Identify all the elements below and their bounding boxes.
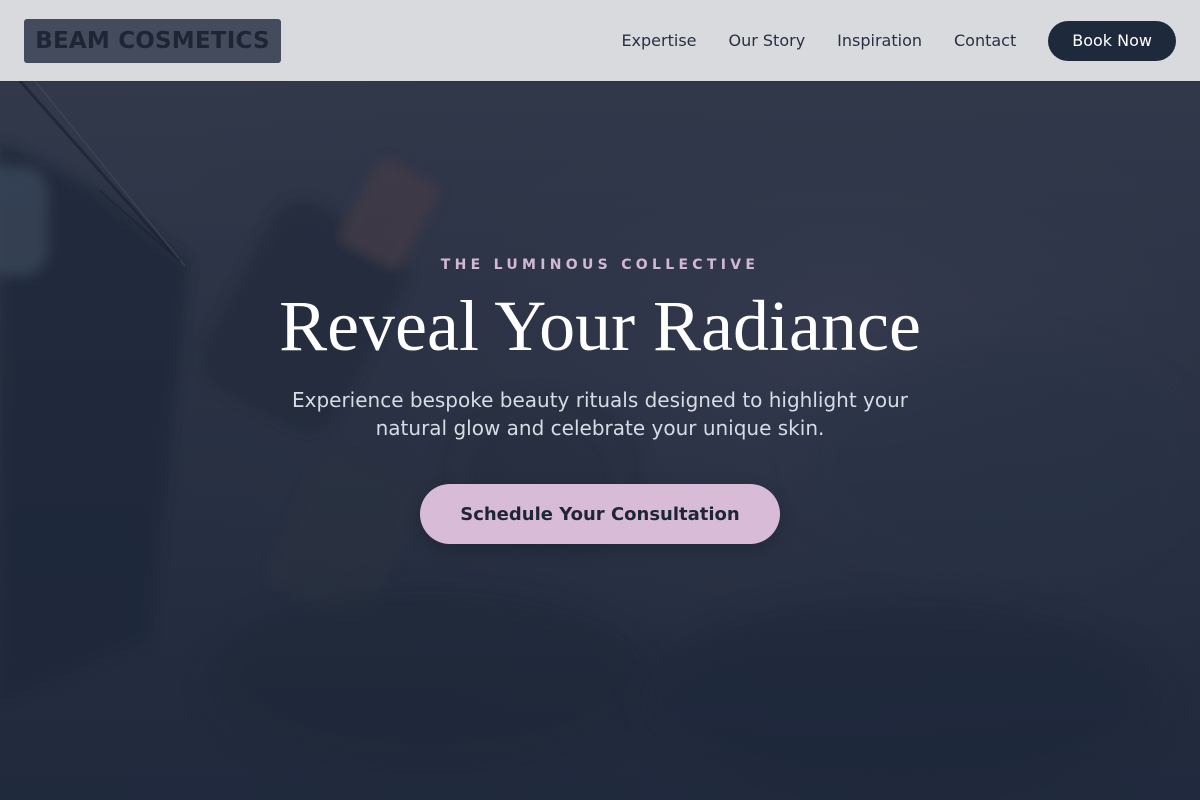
hero-subtitle: Experience bespoke beauty rituals design… <box>291 388 909 440</box>
book-now-button[interactable]: Book Now <box>1048 20 1176 61</box>
nav-link-contact[interactable]: Contact <box>954 31 1016 50</box>
hero-section: THE LUMINOUS COLLECTIVE Reveal Your Radi… <box>0 81 1200 800</box>
hero-eyebrow: THE LUMINOUS COLLECTIVE <box>440 257 760 273</box>
nav-link-our-story[interactable]: Our Story <box>729 31 806 50</box>
page: BEAM COSMETICS Expertise Our Story Inspi… <box>0 0 1200 800</box>
hero-title: Reveal Your Radiance <box>279 286 921 366</box>
schedule-consultation-button[interactable]: Schedule Your Consultation <box>420 484 780 544</box>
main-nav: Expertise Our Story Inspiration Contact … <box>621 20 1176 61</box>
nav-link-inspiration[interactable]: Inspiration <box>837 31 922 50</box>
logo[interactable]: BEAM COSMETICS <box>24 18 281 63</box>
nav-link-expertise[interactable]: Expertise <box>621 31 696 50</box>
site-header: BEAM COSMETICS Expertise Our Story Inspi… <box>0 0 1200 81</box>
